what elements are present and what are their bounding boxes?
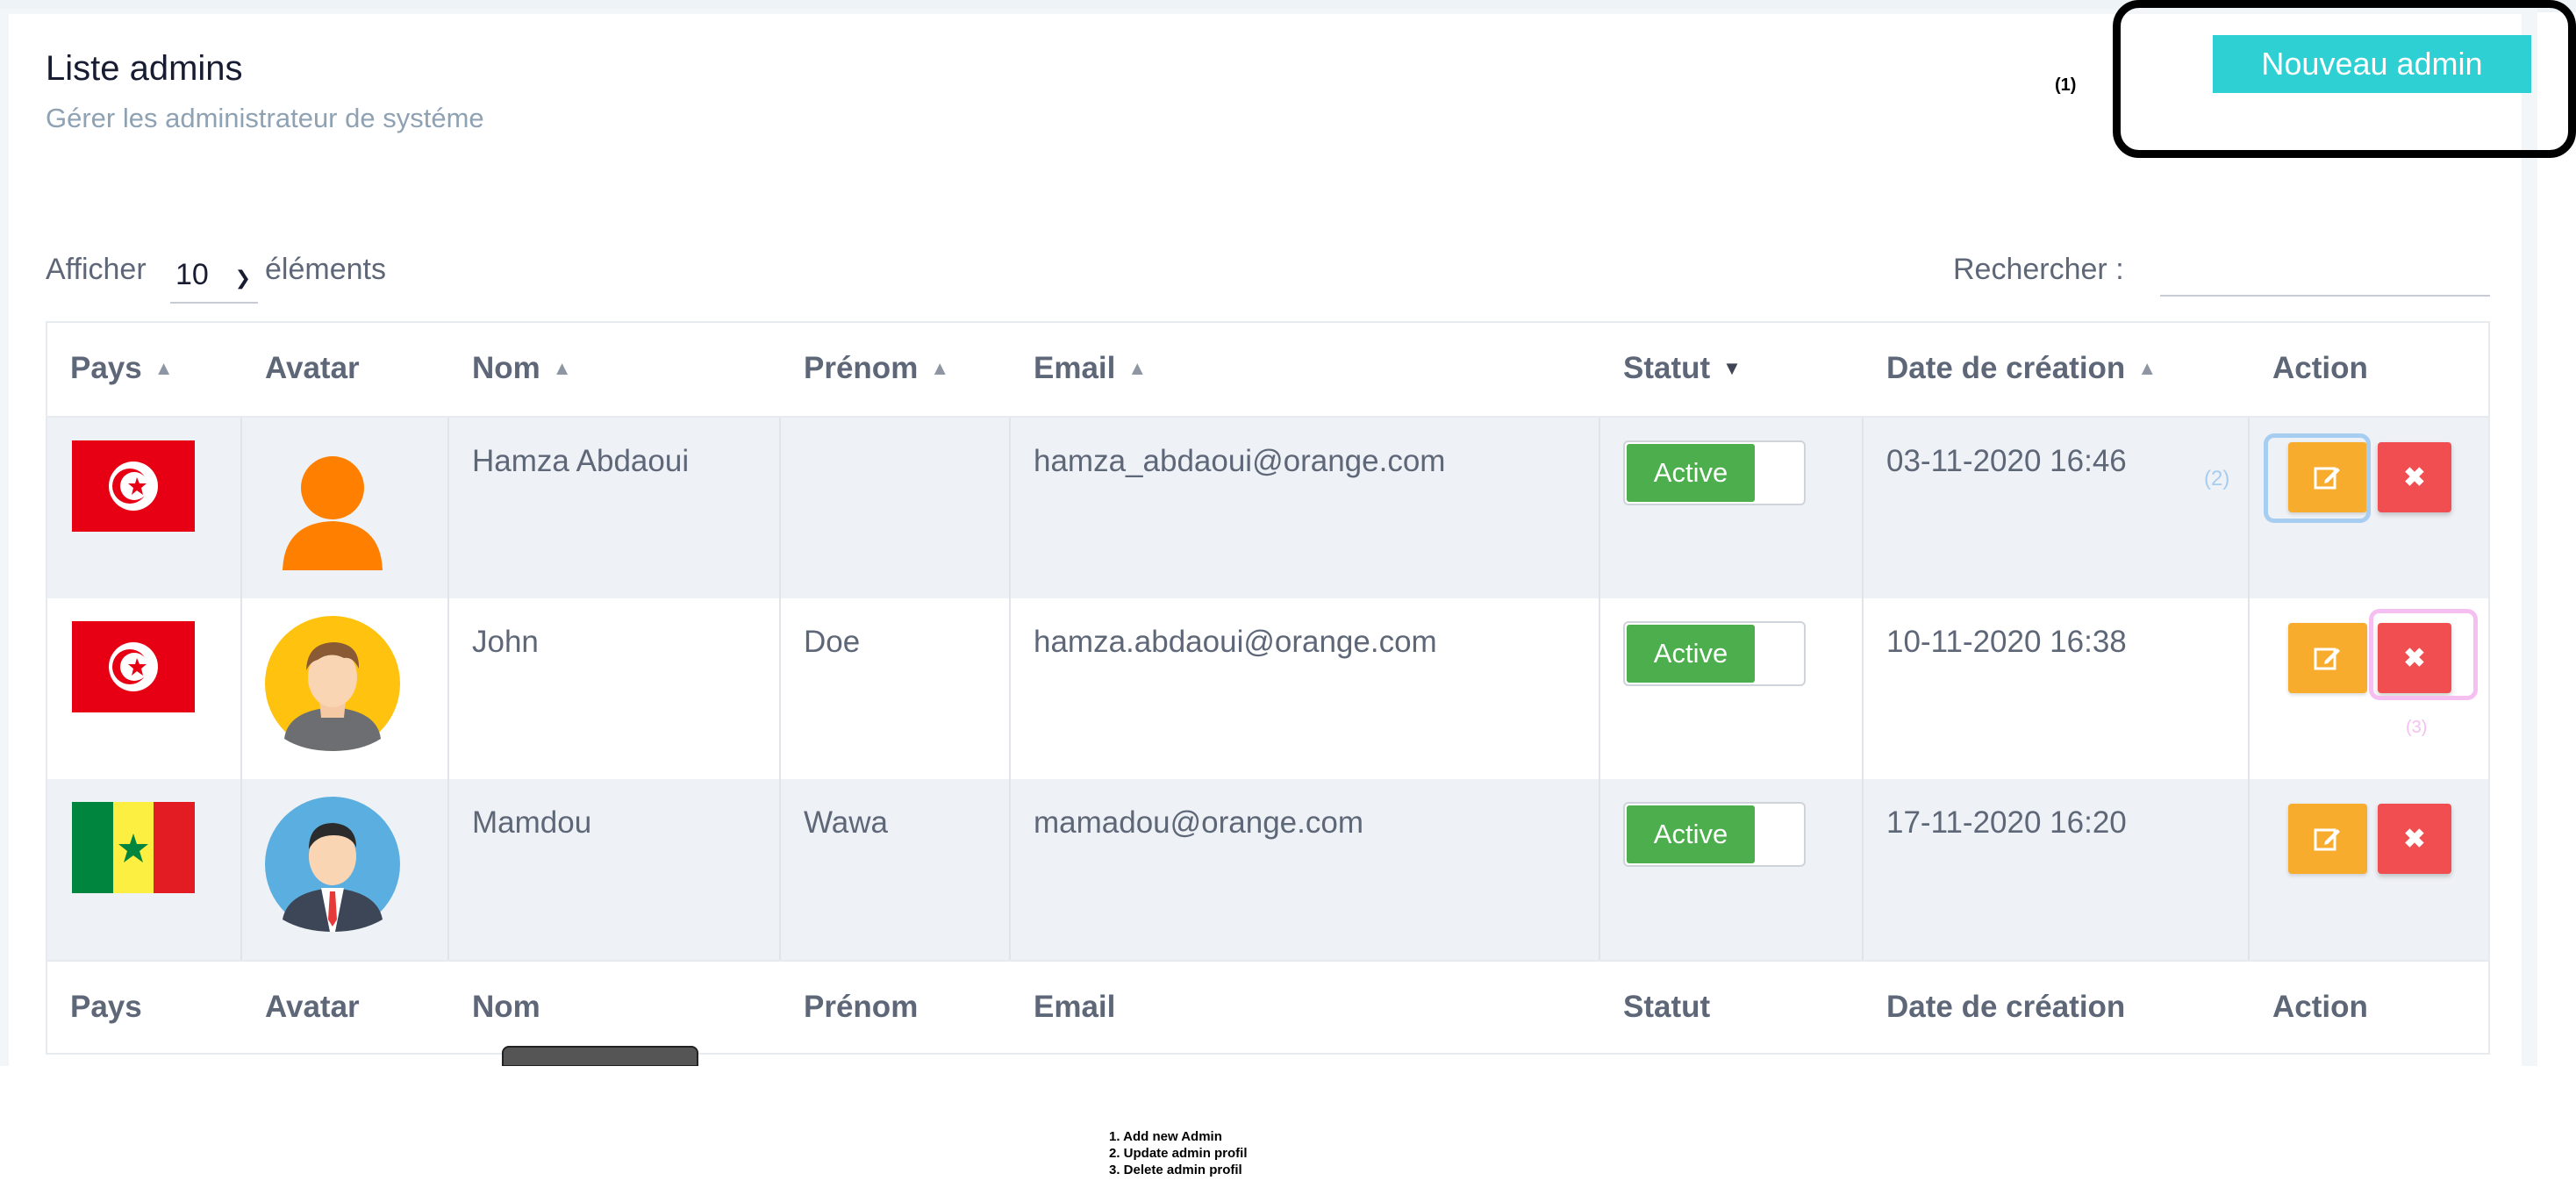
show-label: Afficher (46, 253, 147, 286)
bottom-area (0, 1066, 2576, 1195)
note-item: 3. Delete admin profil (1109, 1163, 1242, 1177)
footer-pays: Pays (70, 990, 142, 1024)
avatar (265, 797, 400, 932)
sort-desc-icon: ▼ (1722, 357, 1742, 379)
sort-icon: ▲ (930, 357, 949, 379)
column-divider (2248, 418, 2250, 960)
status-toggle[interactable]: Active (1623, 802, 1806, 867)
annotation-label-3: (3) (2406, 718, 2428, 737)
cell-nom: Hamza Abdaoui (472, 444, 690, 478)
delete-button[interactable]: ✖ (2378, 804, 2451, 874)
note-item: 1. Add new Admin (1109, 1129, 1222, 1144)
sort-icon: ▲ (154, 357, 174, 379)
page-size-select[interactable]: 10 ❯ (170, 247, 258, 304)
annotation-box-2 (2264, 433, 2371, 523)
elements-label: éléments (265, 253, 386, 286)
column-header-action: Action (2272, 351, 2368, 385)
search-label: Rechercher : (1953, 253, 2124, 286)
flag-senegal-icon (72, 802, 195, 893)
cell-date: 10-11-2020 16:38 (1886, 625, 2127, 659)
status-active-label: Active (1627, 625, 1755, 683)
cell-prenom: Wawa (804, 805, 888, 840)
annotation-box-3 (2369, 609, 2478, 700)
footer-prenom: Prénom (804, 990, 919, 1024)
table-footer-row: Pays Avatar Nom Prénom Email Statut Date… (47, 960, 2488, 1053)
column-header-pays[interactable]: Pays ▲ (70, 351, 174, 386)
flag-tunisia-icon (72, 621, 195, 712)
annotation-label-1: (1) (2055, 75, 2077, 95)
cell-nom: John (472, 625, 539, 659)
close-icon: ✖ (2403, 462, 2426, 492)
column-divider (779, 418, 781, 960)
cell-date: 03-11-2020 16:46 (1886, 444, 2127, 478)
column-header-prenom[interactable]: Prénom ▲ (804, 351, 949, 386)
page-title: Liste admins (46, 49, 243, 88)
status-active-label: Active (1627, 444, 1755, 502)
column-header-avatar: Avatar (265, 351, 360, 385)
chevron-down-icon: ❯ (234, 267, 251, 289)
edit-icon (2314, 828, 2340, 851)
footer-date: Date de création (1886, 990, 2126, 1024)
clipped-tooltip (502, 1046, 698, 1067)
table-row: Mamdou Wawa mamadou@orange.com Active 17… (47, 779, 2488, 960)
column-divider (447, 418, 449, 960)
status-active-label: Active (1627, 805, 1755, 863)
page-subtitle: Gérer les administrateur de systéme (46, 103, 484, 133)
table-header-row: Pays ▲ Avatar Nom ▲ Prénom ▲ Email ▲ Statut ▼… (47, 323, 2488, 418)
edit-icon (2314, 648, 2340, 670)
edit-button[interactable] (2288, 804, 2367, 874)
column-divider (1009, 418, 1011, 960)
footer-avatar: Avatar (265, 990, 360, 1024)
avatar (283, 456, 383, 570)
avatar (265, 616, 400, 751)
edit-button[interactable] (2288, 623, 2367, 693)
cell-email: mamadou@orange.com (1034, 805, 1363, 840)
column-divider (1862, 418, 1864, 960)
cell-date: 17-11-2020 16:20 (1886, 805, 2127, 840)
footer-action: Action (2272, 990, 2368, 1024)
page-size-value: 10 (175, 257, 209, 291)
sort-icon: ▲ (552, 357, 572, 379)
status-toggle[interactable]: Active (1623, 440, 1806, 505)
column-header-email[interactable]: Email ▲ (1034, 351, 1147, 386)
cell-email: hamza.abdaoui@orange.com (1034, 625, 1437, 659)
cell-prenom: Doe (804, 625, 861, 659)
cell-nom: Mamdou (472, 805, 592, 840)
footer-statut: Statut (1623, 990, 1711, 1024)
column-header-date[interactable]: Date de création ▲ (1886, 351, 2157, 386)
close-icon: ✖ (2403, 824, 2426, 854)
footer-nom: Nom (472, 990, 540, 1024)
column-header-statut[interactable]: Statut ▼ (1623, 351, 1742, 386)
sort-icon: ▲ (2137, 357, 2157, 379)
note-item: 2. Update admin profil (1109, 1146, 1248, 1161)
admins-table: Pays ▲ Avatar Nom ▲ Prénom ▲ Email ▲ Statut ▼… (46, 321, 2490, 1055)
flag-tunisia-icon (72, 440, 195, 532)
status-toggle[interactable]: Active (1623, 621, 1806, 686)
annotation-box-1 (2113, 0, 2576, 158)
annotation-label-2: (2) (2204, 467, 2230, 490)
column-header-nom[interactable]: Nom ▲ (472, 351, 572, 386)
sort-icon: ▲ (1127, 357, 1147, 379)
column-divider (1599, 418, 1600, 960)
delete-button[interactable]: ✖ (2378, 442, 2451, 512)
table-row: John Doe hamza.abdaoui@orange.com Active… (47, 598, 2488, 779)
cell-email: hamza_abdaoui@orange.com (1034, 444, 1446, 478)
table-row: Hamza Abdaoui hamza_abdaoui@orange.com A… (47, 418, 2488, 598)
column-divider (240, 418, 242, 960)
footer-email: Email (1034, 990, 1116, 1024)
annotation-notes: 1. Add new Admin 2. Update admin profil … (1109, 1128, 1248, 1178)
search-input[interactable] (2160, 247, 2490, 297)
